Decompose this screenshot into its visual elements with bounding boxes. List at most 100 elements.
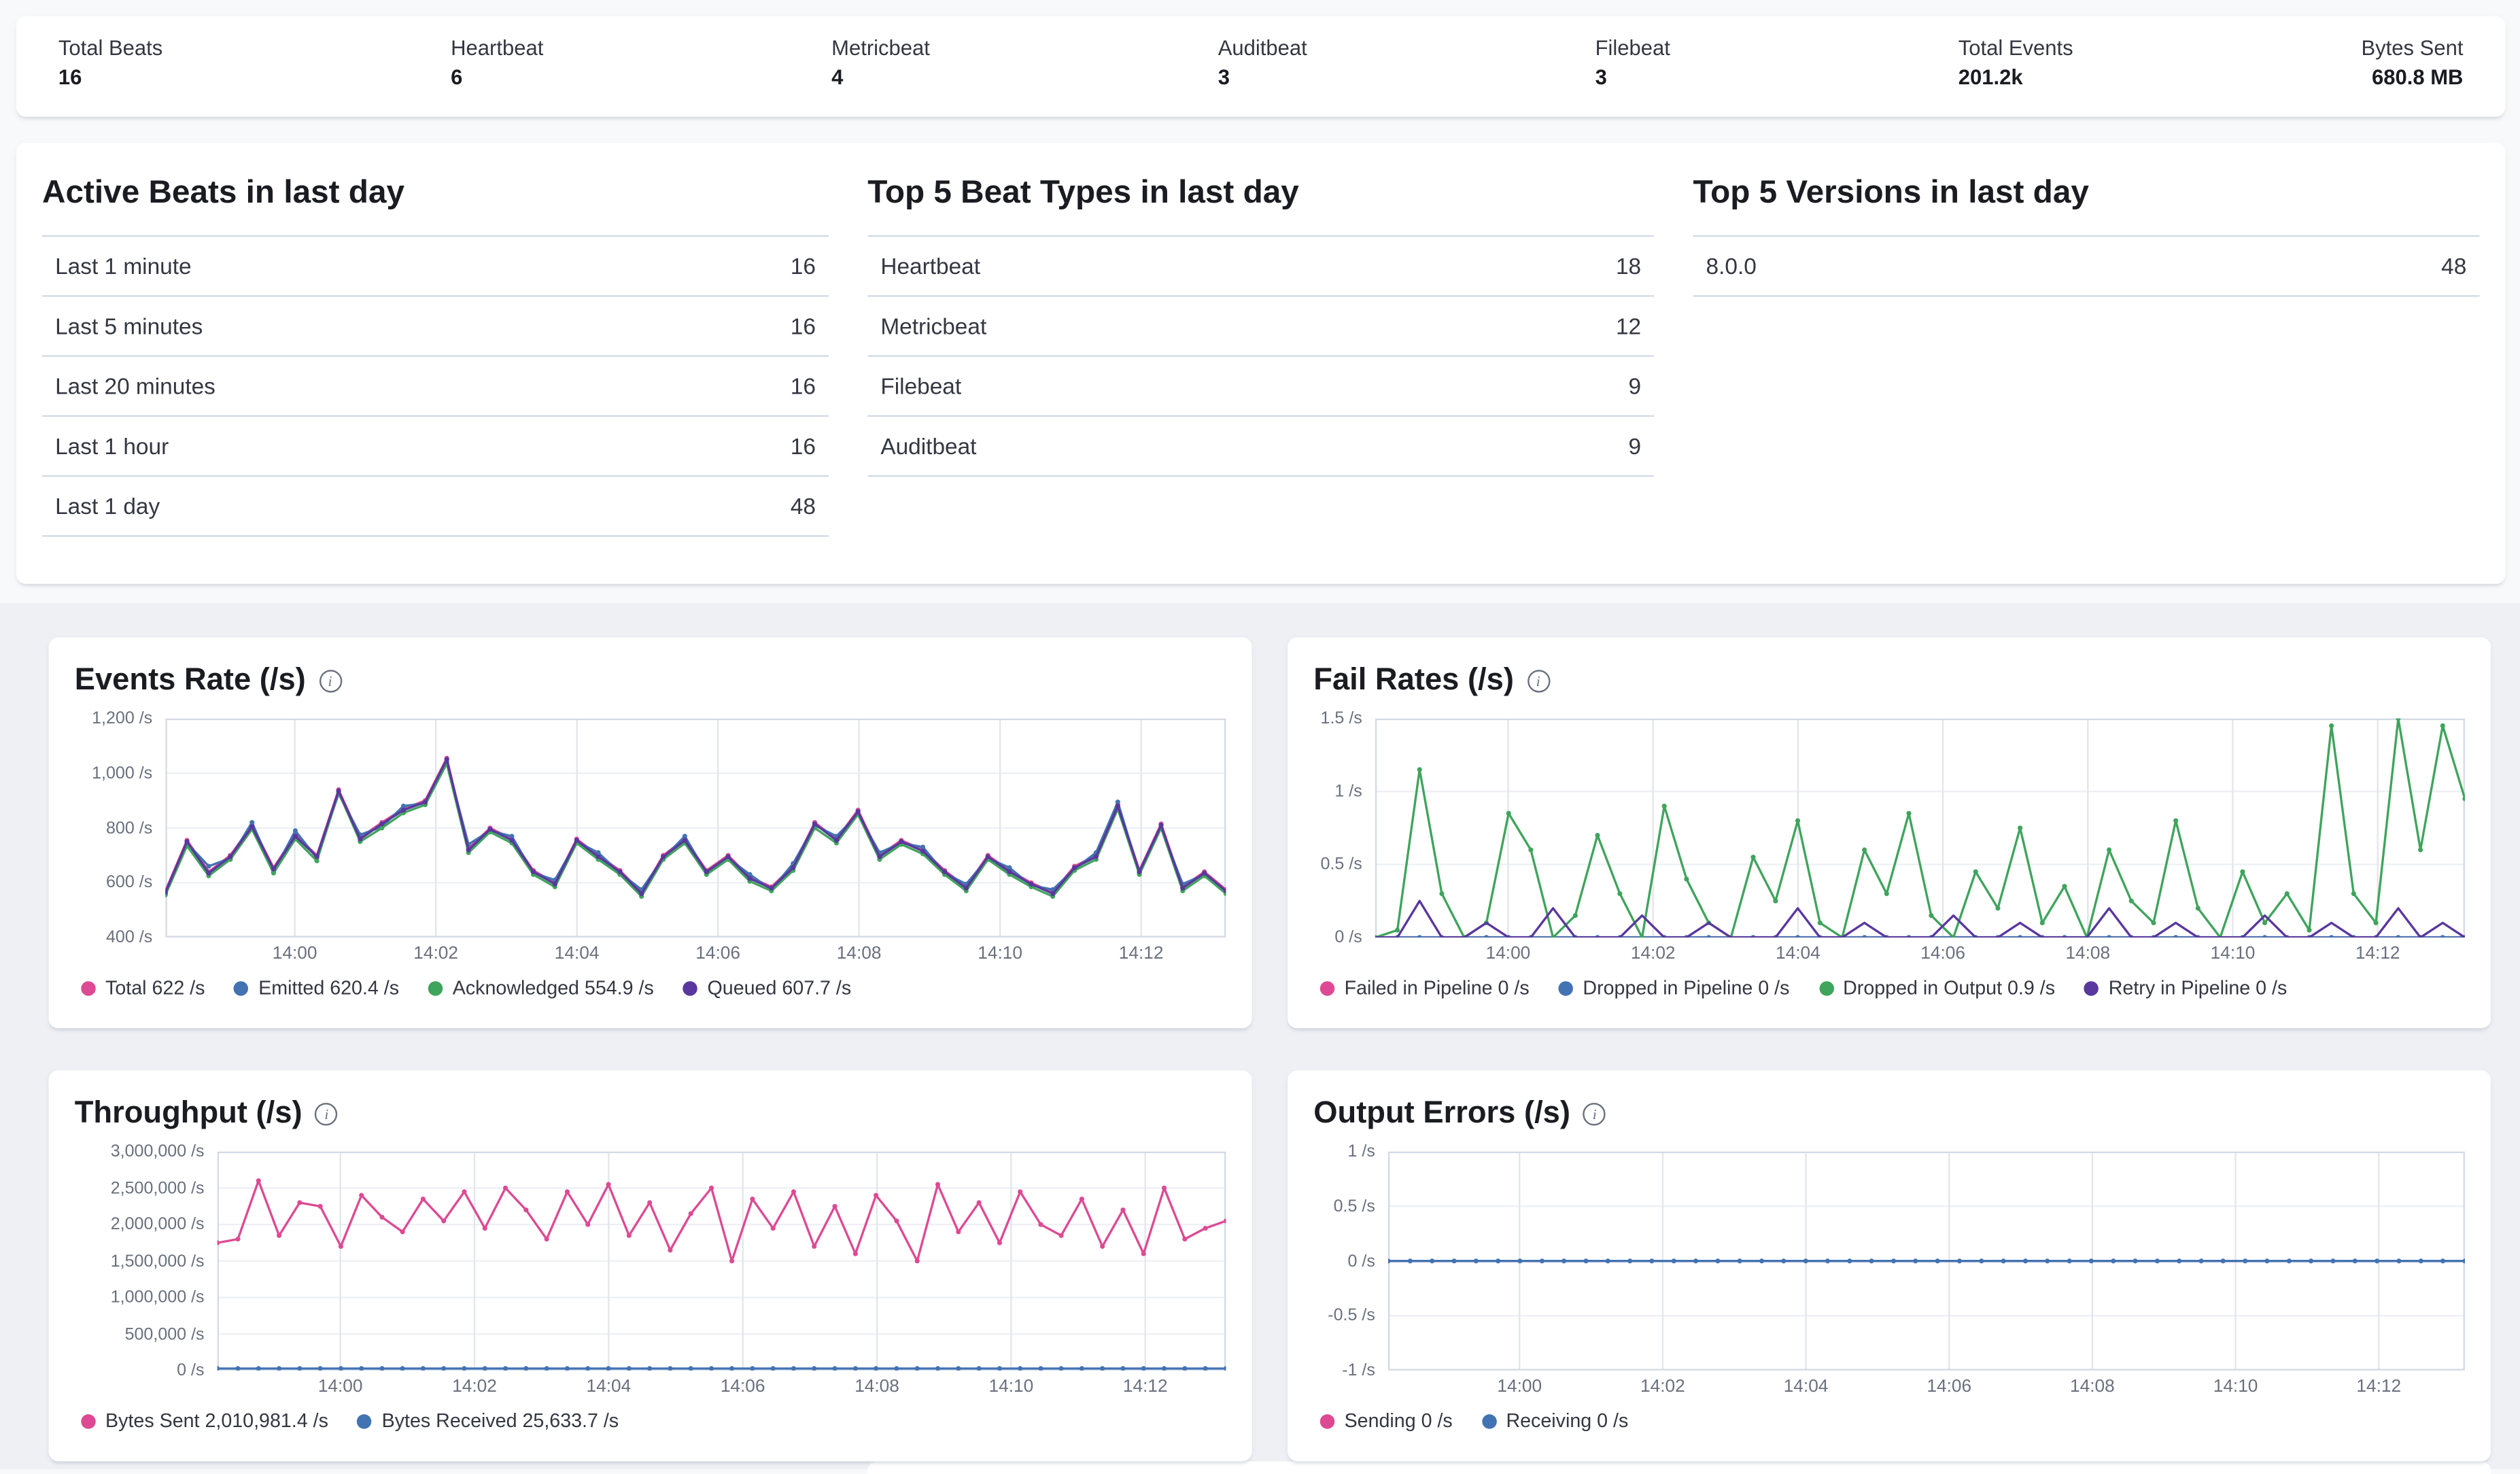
y-tick-label: 0.5 /s <box>1334 1197 1375 1216</box>
plot-area[interactable] <box>1375 719 2465 938</box>
info-icon[interactable]: i <box>1527 670 1549 692</box>
chart-title: Output Errors (/s) <box>1313 1097 1570 1132</box>
y-tick-label: 1,000 /s <box>92 764 152 783</box>
legend: Sending 0 /s Receiving 0 /s <box>1313 1409 2465 1432</box>
legend-item[interactable]: Bytes Sent 2,010,981.4 /s <box>81 1409 328 1432</box>
stat-auditbeat: Auditbeat 3 <box>1218 35 1307 97</box>
chart-title: Fail Rates (/s) <box>1313 664 1514 699</box>
stat-label: Filebeat <box>1595 35 1670 60</box>
info-icon[interactable]: i <box>1583 1103 1606 1125</box>
y-axis: 1,200 /s1,000 /s800 /s600 /s400 /s <box>75 719 166 938</box>
row-value: 16 <box>791 313 816 339</box>
y-tick-label: 600 /s <box>106 873 152 893</box>
legend: Bytes Sent 2,010,981.4 /s Bytes Received… <box>75 1409 1226 1432</box>
y-tick-label: 0 /s <box>1347 1251 1375 1271</box>
legend-label: Sending 0 /s <box>1345 1409 1453 1432</box>
plot-area[interactable] <box>1388 1152 2465 1371</box>
stat-total-beats: Total Beats 16 <box>58 35 162 97</box>
row-label: Last 1 minute <box>55 253 192 279</box>
x-tick-label: 14:12 <box>1119 944 1164 963</box>
legend-label: Queued 607.7 /s <box>708 976 852 999</box>
x-tick-label: 14:08 <box>837 944 882 963</box>
legend-item[interactable]: Failed in Pipeline 0 /s <box>1320 976 1530 999</box>
x-tick-label: 14:04 <box>1776 944 1820 963</box>
stat-value: 16 <box>58 65 162 89</box>
legend-item[interactable]: Emitted 620.4 /s <box>234 976 399 999</box>
stat-metricbeat: Metricbeat 4 <box>831 35 930 97</box>
legend-item[interactable]: Acknowledged 554.9 /s <box>428 976 654 999</box>
x-tick-label: 14:06 <box>1920 944 1965 963</box>
row-label: Last 20 minutes <box>55 373 215 399</box>
legend-label: Bytes Sent 2,010,981.4 /s <box>105 1409 328 1432</box>
table-row: Last 1 hour 16 <box>42 417 829 477</box>
legend-dot <box>428 980 443 995</box>
stat-value: 201.2k <box>1958 65 2073 89</box>
y-tick-label: 0 /s <box>1334 928 1362 948</box>
legend-label: Receiving 0 /s <box>1506 1409 1628 1432</box>
plot-area[interactable] <box>218 1152 1226 1371</box>
table-row: Auditbeat 9 <box>867 417 1654 477</box>
row-label: Metricbeat <box>880 313 986 339</box>
stat-label: Total Events <box>1958 35 2073 60</box>
info-icon[interactable]: i <box>315 1103 338 1125</box>
next-row-panel-cutoff <box>867 1461 2491 1474</box>
events-rate-card: Events Rate (/s) i 1,200 /s1,000 /s800 /… <box>49 638 1252 1029</box>
legend-label: Dropped in Output 0.9 /s <box>1843 976 2055 999</box>
x-axis: 14:0014:0214:0414:0614:0814:1014:12 <box>218 1371 1226 1400</box>
y-tick-label: 1 /s <box>1347 1142 1375 1161</box>
legend: Failed in Pipeline 0 /s Dropped in Pipel… <box>1313 976 2465 999</box>
stat-value: 6 <box>451 65 543 89</box>
y-tick-label: 1,500,000 /s <box>111 1251 205 1271</box>
legend-item[interactable]: Total 622 /s <box>81 976 205 999</box>
x-axis: 14:0014:0214:0414:0614:0814:1014:12 <box>1388 1371 2465 1400</box>
info-icon[interactable]: i <box>319 670 341 692</box>
legend-label: Total 622 /s <box>105 976 205 999</box>
beat-types-table: Top 5 Beat Types in last day Heartbeat 1… <box>867 165 1654 561</box>
legend-item[interactable]: Receiving 0 /s <box>1482 1409 1629 1432</box>
y-tick-label: 0.5 /s <box>1321 855 1362 874</box>
x-tick-label: 14:04 <box>587 1377 632 1396</box>
x-tick-label: 14:12 <box>2355 944 2400 963</box>
stat-label: Auditbeat <box>1218 35 1307 60</box>
row-label: Filebeat <box>880 373 961 399</box>
active-beats-table: Active Beats in last day Last 1 minute 1… <box>42 165 829 561</box>
stat-bytes-sent: Bytes Sent 680.8 MB <box>2361 35 2463 97</box>
legend-item[interactable]: Bytes Received 25,633.7 /s <box>358 1409 619 1432</box>
x-tick-label: 14:02 <box>1640 1377 1685 1396</box>
row-value: 9 <box>1629 433 1642 459</box>
legend-label: Bytes Received 25,633.7 /s <box>382 1409 619 1432</box>
table-row: Last 5 minutes 16 <box>42 297 829 357</box>
x-tick-label: 14:08 <box>855 1377 899 1396</box>
row-value: 18 <box>1616 253 1641 279</box>
legend-dot <box>358 1413 372 1428</box>
output-errors-card: Output Errors (/s) i 1 /s0.5 /s0 /s-0.5 … <box>1288 1070 2491 1461</box>
legend-item[interactable]: Sending 0 /s <box>1320 1409 1453 1432</box>
stat-filebeat: Filebeat 3 <box>1595 35 1670 97</box>
x-axis: 14:0014:0214:0414:0614:0814:1014:12 <box>1375 938 2465 967</box>
y-axis: 1.5 /s1 /s0.5 /s0 /s <box>1313 719 1375 938</box>
versions-table: Top 5 Versions in last day 8.0.0 48 <box>1693 165 2479 561</box>
x-tick-label: 14:06 <box>721 1377 765 1396</box>
y-axis: 3,000,000 /s2,500,000 /s2,000,000 /s1,50… <box>75 1152 218 1371</box>
legend-dot <box>2084 980 2099 995</box>
stat-heartbeat: Heartbeat 6 <box>451 35 543 97</box>
row-label: 8.0.0 <box>1706 253 1757 279</box>
chart-title: Throughput (/s) <box>75 1097 303 1132</box>
row-value: 48 <box>2441 253 2466 279</box>
y-tick-label: 1 /s <box>1334 782 1362 802</box>
legend-item[interactable]: Dropped in Output 0.9 /s <box>1818 976 2055 999</box>
legend-dot <box>1320 1413 1334 1428</box>
legend-item[interactable]: Queued 607.7 /s <box>683 976 851 999</box>
table-title: Top 5 Versions in last day <box>1693 165 2479 212</box>
stat-label: Total Beats <box>58 35 162 60</box>
row-value: 16 <box>791 373 816 399</box>
row-value: 16 <box>791 253 816 279</box>
plot-area[interactable] <box>165 719 1226 938</box>
y-tick-label: 0 /s <box>177 1360 204 1380</box>
legend-item[interactable]: Retry in Pipeline 0 /s <box>2084 976 2287 999</box>
row-label: Heartbeat <box>880 253 980 279</box>
legend-dot <box>1818 980 1833 995</box>
legend-dot <box>1320 980 1334 995</box>
table-title: Active Beats in last day <box>42 165 829 212</box>
legend-item[interactable]: Dropped in Pipeline 0 /s <box>1559 976 1790 999</box>
